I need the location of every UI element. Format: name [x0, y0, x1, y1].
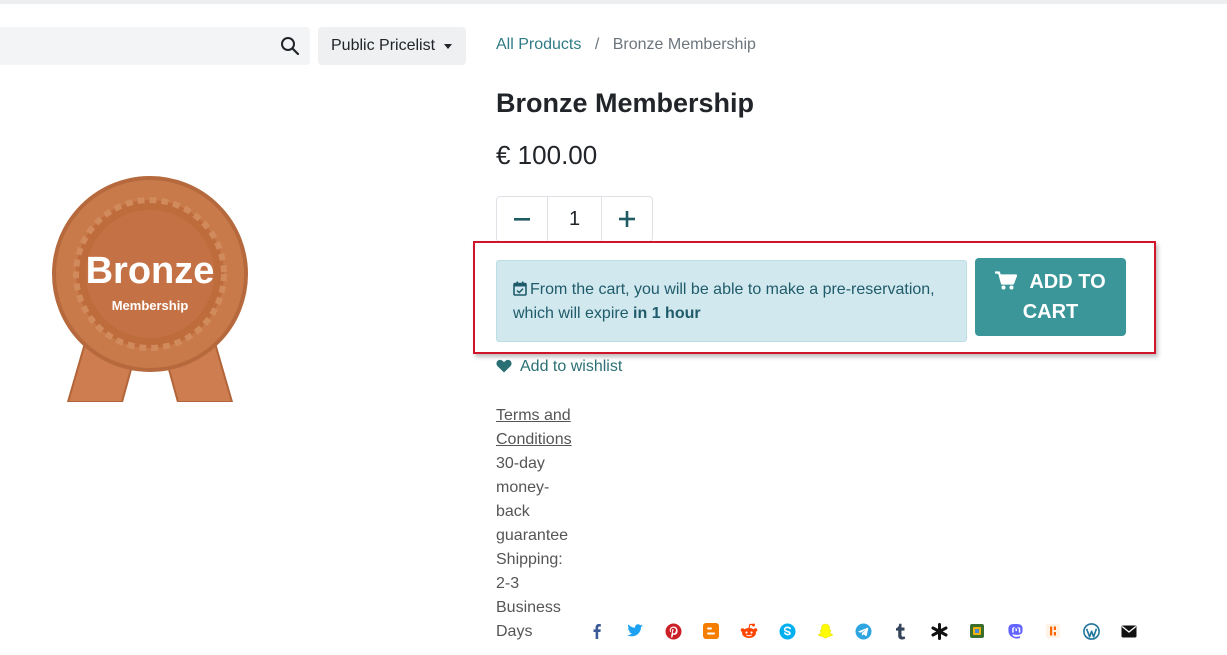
pricelist-label: Public Pricelist [331, 37, 436, 54]
telegram-icon[interactable] [844, 621, 882, 641]
shopping-cart-icon [995, 271, 1018, 290]
mastodon-icon[interactable] [996, 621, 1034, 641]
gmail-icon[interactable] [958, 621, 996, 641]
pricelist-dropdown[interactable]: Public Pricelist [318, 27, 466, 65]
search-icon [281, 37, 300, 56]
email-icon[interactable] [1110, 621, 1148, 641]
terms-line: guarantee [496, 527, 569, 544]
terms-line: 2-3 [496, 575, 520, 592]
wordpress-icon[interactable] [1072, 621, 1110, 641]
delicious-icon[interactable] [920, 621, 958, 641]
product-price: € 100.00 [496, 140, 598, 170]
increase-quantity-button[interactable] [602, 197, 652, 241]
reservation-notice: From the cart, you will be able to make … [496, 260, 967, 342]
breadcrumb-current: Bronze Membership [612, 36, 756, 53]
breadcrumb-all-products[interactable]: All Products [496, 36, 581, 53]
reddit-icon[interactable] [730, 621, 768, 641]
share-bar [578, 621, 1148, 641]
notice-emphasis: in 1 hour [633, 305, 701, 322]
skype-icon[interactable] [768, 621, 806, 641]
calendar-check-icon [513, 281, 527, 296]
add-to-wishlist-link[interactable]: Add to wishlist [496, 358, 622, 376]
breadcrumb: All Products / Bronze Membership [496, 36, 756, 54]
add-to-cart-button[interactable]: ADD TO CART [975, 258, 1126, 336]
decrease-quantity-button[interactable] [497, 197, 547, 241]
hacker-news-icon[interactable] [1034, 621, 1072, 641]
terms-line: Days [496, 623, 533, 640]
wishlist-label: Add to wishlist [520, 358, 623, 375]
cart-button-line1: ADD TO [1029, 271, 1106, 293]
blogger-icon[interactable] [692, 621, 730, 641]
tumblr-icon[interactable] [882, 621, 920, 641]
search-button[interactable] [280, 36, 300, 56]
heart-icon [496, 359, 512, 373]
notice-text: From the cart, you will be able to make … [513, 281, 935, 322]
terms-block: Terms and Conditions 30-day money- back … [496, 404, 576, 644]
pinterest-icon[interactable] [654, 621, 692, 641]
terms-line: 30-day [496, 455, 545, 472]
minus-icon [514, 218, 530, 221]
facebook-icon[interactable] [578, 621, 616, 641]
quantity-stepper [496, 196, 653, 242]
terms-line: back [496, 503, 530, 520]
product-title: Bronze Membership [496, 88, 755, 118]
quantity-input[interactable] [547, 197, 602, 241]
product-image-subtitle: Membership [111, 298, 189, 313]
terms-line: money- [496, 479, 550, 496]
product-image-title: Bronze [85, 250, 215, 292]
terms-and-conditions-link[interactable]: Terms and Conditions [496, 407, 572, 448]
search-input[interactable] [0, 27, 265, 65]
search-bar [0, 27, 310, 65]
plus-icon [619, 211, 635, 227]
terms-line: Business [496, 599, 561, 616]
cart-button-line2: CART [1022, 301, 1079, 323]
caret-down-icon [444, 43, 453, 49]
cart-button-line1-wrap: ADD TO [975, 267, 1126, 297]
breadcrumb-separator: / [594, 36, 600, 53]
twitter-icon[interactable] [616, 621, 654, 641]
terms-line: Shipping: [496, 551, 563, 568]
top-strip [0, 0, 1227, 4]
snapchat-icon[interactable] [806, 621, 844, 641]
